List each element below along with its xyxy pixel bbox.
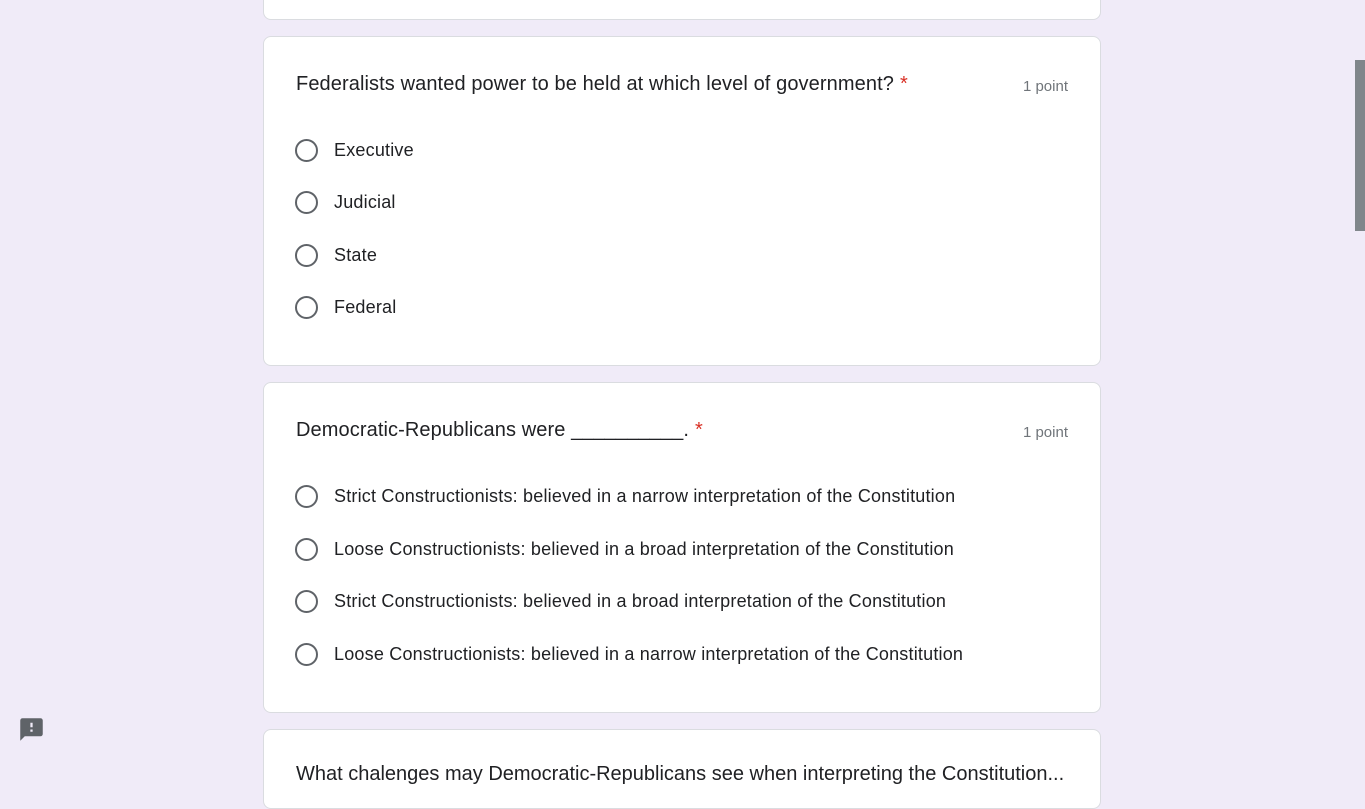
radio-button[interactable] — [295, 589, 318, 613]
radio-button[interactable] — [295, 295, 318, 319]
radio-option-label: State — [334, 245, 378, 265]
radio-button[interactable] — [295, 138, 318, 162]
radio-option[interactable]: Loose Constructionists: believed in a br… — [295, 535, 954, 563]
radio-option[interactable]: Executive — [295, 136, 414, 164]
radio-option[interactable]: Judicial — [295, 188, 396, 216]
radio-button[interactable] — [295, 537, 318, 561]
radio-button[interactable] — [295, 484, 318, 508]
radio-button[interactable] — [295, 243, 318, 267]
radio-option-label: Executive — [334, 140, 414, 160]
radio-option-label: Federal — [334, 297, 397, 317]
radio-option[interactable]: Federal — [295, 293, 396, 321]
question-title-text: Federalists wanted power to be held at w… — [296, 73, 894, 95]
next-question-card: What chalenges may Democratic-Republican… — [263, 729, 1101, 809]
report-feedback-icon[interactable] — [18, 716, 45, 743]
question-title: Democratic-Republicans were __________. * — [296, 416, 703, 444]
required-asterisk: * — [695, 419, 703, 441]
question-card: Federalists wanted power to be held at w… — [263, 36, 1101, 366]
points-label: 1 point — [1022, 424, 1068, 441]
previous-question-card — [263, 0, 1101, 20]
scrollbar-thumb[interactable] — [1355, 60, 1365, 231]
radio-option-label: Loose Constructionists: believed in a br… — [334, 539, 954, 559]
radio-option-label: Loose Constructionists: believed in a na… — [334, 644, 964, 664]
feedback-icon-graphic — [20, 718, 43, 741]
scrollbar-track[interactable] — [1355, 0, 1365, 768]
question-title: Federalists wanted power to be held at w… — [296, 70, 908, 98]
radio-option[interactable]: State — [295, 241, 377, 269]
question-title-text: Democratic-Republicans were __________. — [296, 419, 690, 441]
question-title: What chalenges may Democratic-Republican… — [296, 763, 1065, 785]
radio-option[interactable]: Strict Constructionists: believed in a n… — [295, 482, 955, 510]
radio-option-label: Strict Constructionists: believed in a n… — [334, 486, 956, 506]
points-label: 1 point — [1022, 78, 1068, 95]
radio-option[interactable]: Strict Constructionists: believed in a b… — [295, 587, 946, 615]
question-card: Democratic-Republicans were __________. *… — [263, 382, 1101, 713]
radio-option-label: Judicial — [334, 192, 396, 212]
required-asterisk: * — [899, 73, 908, 95]
radio-option-label: Strict Constructionists: believed in a b… — [334, 591, 947, 611]
radio-button[interactable] — [295, 190, 318, 214]
radio-option[interactable]: Loose Constructionists: believed in a na… — [295, 640, 963, 668]
radio-button[interactable] — [295, 642, 318, 666]
